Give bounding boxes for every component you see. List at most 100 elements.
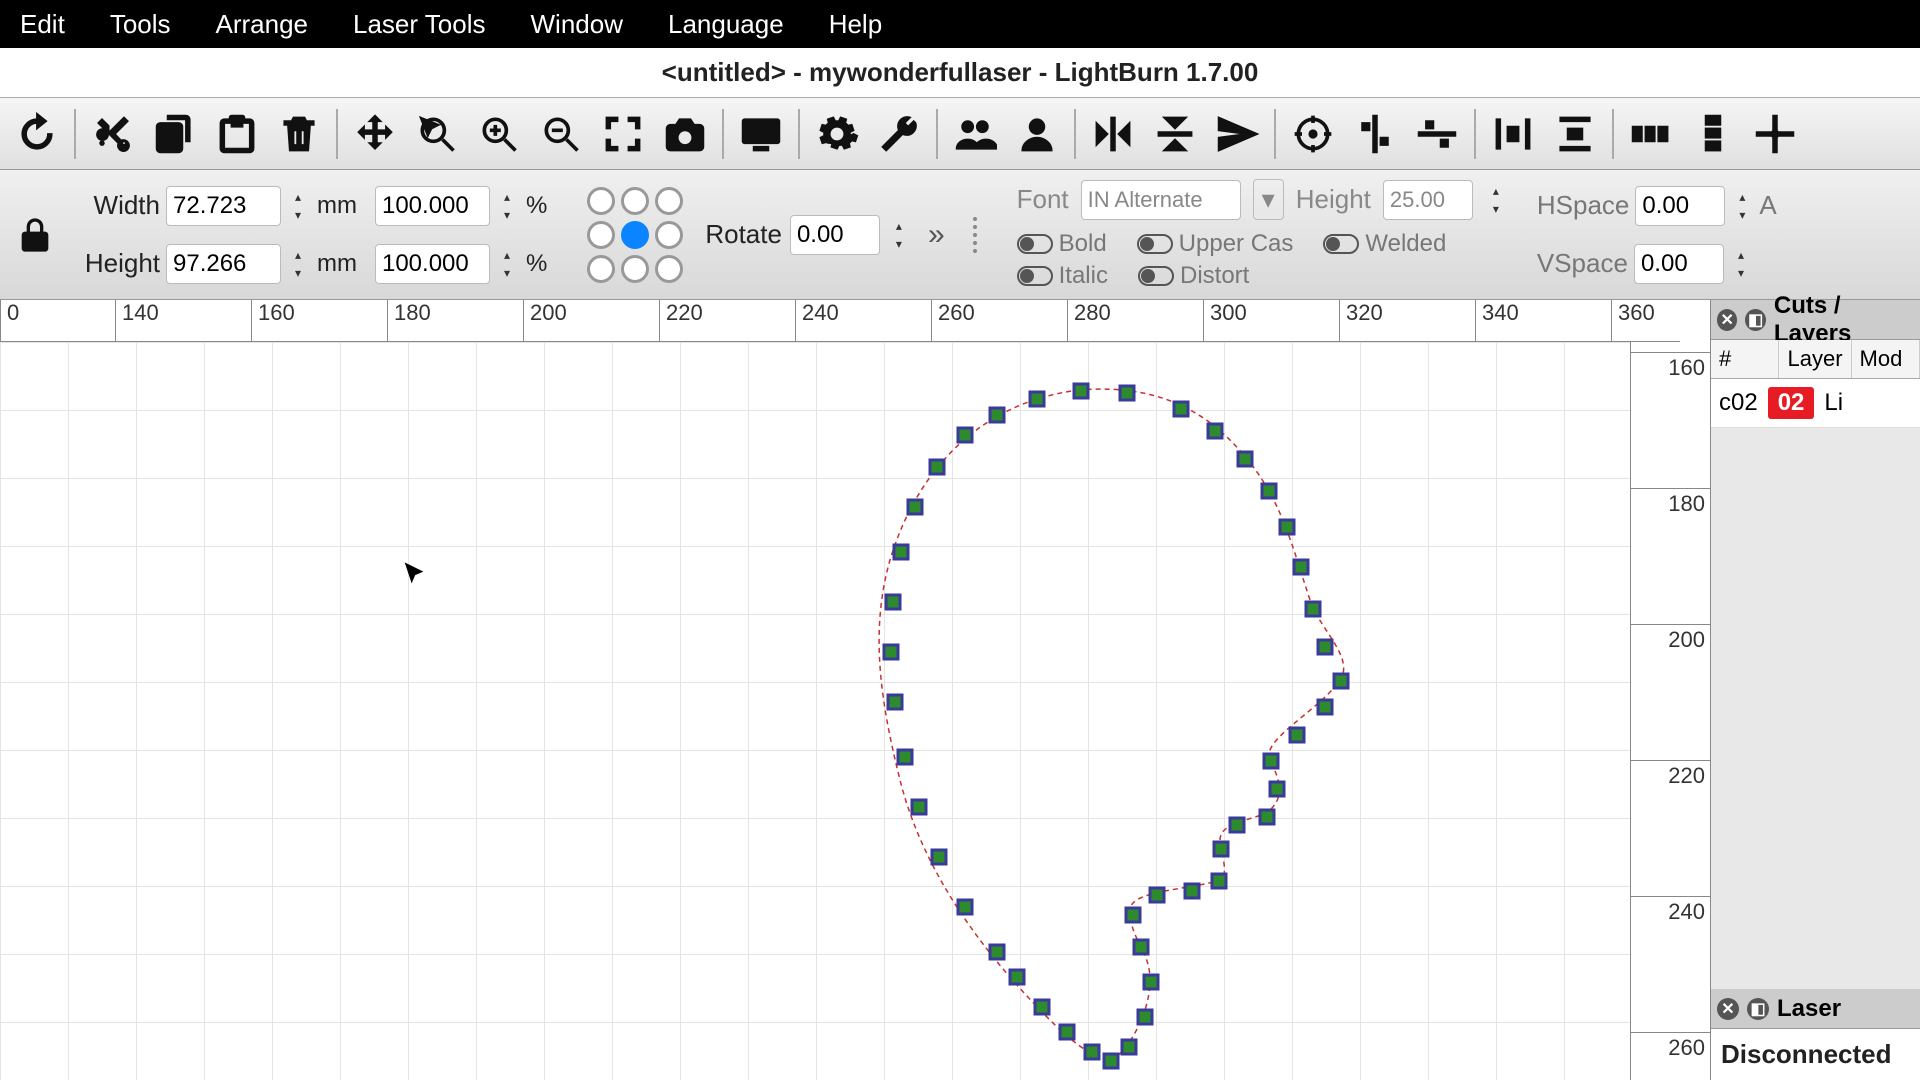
ruler-v-tick: 260 — [1631, 1032, 1710, 1063]
origin-mr[interactable] — [655, 221, 683, 249]
expand-icon[interactable]: » — [928, 218, 945, 252]
font-label: Font — [1017, 184, 1069, 215]
selected-path-head-profile[interactable] — [850, 380, 1370, 1080]
height-percent-input[interactable] — [375, 244, 490, 284]
ruler-h-tick: 280 — [1067, 300, 1111, 342]
copy-icon[interactable] — [146, 105, 204, 163]
send-icon[interactable] — [1208, 105, 1266, 163]
width-unit: mm — [317, 192, 357, 220]
popout-icon[interactable]: ◧ — [1745, 309, 1765, 331]
monitor-icon[interactable] — [732, 105, 790, 163]
rotate-spinner[interactable]: ▴▾ — [888, 217, 910, 253]
camera-icon[interactable] — [656, 105, 714, 163]
origin-tl[interactable] — [587, 187, 615, 215]
properties-bar: Width ▴▾ mm Height ▴▾ mm ▴▾ % ▴▾ % — [0, 170, 1920, 300]
origin-tr[interactable] — [655, 187, 683, 215]
distribute-horizontal-icon[interactable] — [1484, 105, 1542, 163]
font-dropdown-icon[interactable]: ▾ — [1253, 179, 1284, 220]
zoom-out-icon[interactable] — [532, 105, 590, 163]
origin-selector[interactable] — [587, 187, 683, 283]
menu-arrange[interactable]: Arrange — [216, 9, 309, 40]
ruler-h-tick: 260 — [931, 300, 975, 342]
col-mode[interactable]: Mod — [1852, 340, 1920, 378]
height-percent-spinner[interactable]: ▴▾ — [496, 246, 518, 282]
layer-color-swatch[interactable]: 02 — [1768, 387, 1815, 419]
menu-laser-tools[interactable]: Laser Tools — [353, 9, 486, 40]
ruler-h-tick: 140 — [115, 300, 159, 342]
trash-icon[interactable] — [270, 105, 328, 163]
percent-symbol: % — [526, 192, 547, 220]
redo-icon[interactable] — [8, 105, 66, 163]
lock-aspect-button[interactable] — [10, 205, 60, 265]
flip-horizontal-icon[interactable] — [1084, 105, 1142, 163]
col-layer[interactable]: Layer — [1779, 340, 1851, 378]
distribute-vertical-icon[interactable] — [1546, 105, 1604, 163]
origin-ml[interactable] — [587, 221, 615, 249]
align-vertical-icon[interactable] — [1346, 105, 1404, 163]
flip-vertical-icon[interactable] — [1146, 105, 1204, 163]
origin-br[interactable] — [655, 255, 683, 283]
origin-bl[interactable] — [587, 255, 615, 283]
close-icon[interactable]: ✕ — [1717, 309, 1737, 331]
vspace-input[interactable] — [1634, 244, 1724, 284]
array-horizontal-icon[interactable] — [1622, 105, 1680, 163]
uppercase-toggle[interactable]: Upper Cas — [1137, 230, 1294, 258]
ruler-v-tick: 220 — [1631, 760, 1710, 791]
close-icon[interactable]: ✕ — [1717, 998, 1739, 1020]
width-input[interactable] — [166, 186, 281, 226]
font-height-input[interactable] — [1383, 180, 1473, 220]
hspace-input[interactable] — [1635, 186, 1725, 226]
cut-icon[interactable] — [84, 105, 142, 163]
wrench-icon[interactable] — [870, 105, 928, 163]
paste-icon[interactable] — [208, 105, 266, 163]
vspace-spinner[interactable]: ▴▾ — [1730, 246, 1752, 282]
ruler-horizontal: 0 140 160 180 200 220 240 260 280 300 32… — [0, 300, 1680, 342]
array-vertical-icon[interactable] — [1684, 105, 1742, 163]
font-height-label: Height — [1296, 184, 1371, 215]
cuts-layers-panel-header[interactable]: ✕ ◧ Cuts / Layers — [1711, 300, 1920, 340]
bold-toggle[interactable]: Bold — [1017, 230, 1107, 258]
menu-edit[interactable]: Edit — [20, 9, 65, 40]
popout-icon[interactable]: ◧ — [1747, 998, 1769, 1020]
origin-bc[interactable] — [621, 255, 649, 283]
font-height-spinner[interactable]: ▴▾ — [1485, 182, 1507, 218]
menu-help[interactable]: Help — [829, 9, 882, 40]
menu-tools[interactable]: Tools — [110, 9, 171, 40]
center-icon[interactable] — [1746, 105, 1804, 163]
font-select[interactable] — [1081, 180, 1241, 220]
workspace: 0 140 160 180 200 220 240 260 280 300 32… — [0, 300, 1920, 1080]
zoom-select-icon[interactable] — [408, 105, 466, 163]
layer-row-c02[interactable]: c02 02 Li — [1711, 379, 1920, 428]
menu-language[interactable]: Language — [668, 9, 784, 40]
origin-center[interactable] — [621, 221, 649, 249]
welded-toggle[interactable]: Welded — [1323, 230, 1446, 258]
move-icon[interactable] — [346, 105, 404, 163]
target-icon[interactable] — [1284, 105, 1342, 163]
zoom-frame-icon[interactable] — [594, 105, 652, 163]
menu-window[interactable]: Window — [531, 9, 623, 40]
group-people-icon[interactable] — [946, 105, 1004, 163]
distort-toggle[interactable]: Distort — [1138, 262, 1249, 290]
gear-icon[interactable] — [808, 105, 866, 163]
zoom-in-icon[interactable] — [470, 105, 528, 163]
width-percent-input[interactable] — [375, 186, 490, 226]
laser-panel-header[interactable]: ✕ ◧ Laser — [1711, 989, 1920, 1029]
canvas[interactable]: 0 140 160 180 200 220 240 260 280 300 32… — [0, 300, 1710, 1080]
origin-tc[interactable] — [621, 187, 649, 215]
hspace-spinner[interactable]: ▴▾ — [1731, 188, 1753, 224]
width-percent-spinner[interactable]: ▴▾ — [496, 188, 518, 224]
side-panel: ✕ ◧ Cuts / Layers # Layer Mod c02 02 Li … — [1710, 300, 1920, 1080]
width-spinner[interactable]: ▴▾ — [287, 188, 309, 224]
ruler-vertical: 160 180 200 220 240 260 — [1630, 342, 1710, 1080]
laser-status: Disconnected — [1711, 1029, 1920, 1080]
percent-symbol-2: % — [526, 250, 547, 278]
align-horizontal-icon[interactable] — [1408, 105, 1466, 163]
italic-toggle[interactable]: Italic — [1017, 262, 1108, 290]
col-number[interactable]: # — [1711, 340, 1779, 378]
rotate-label: Rotate — [705, 219, 782, 250]
height-input[interactable] — [166, 244, 281, 284]
align-label: A — [1759, 190, 1776, 221]
height-spinner[interactable]: ▴▾ — [287, 246, 309, 282]
person-icon[interactable] — [1008, 105, 1066, 163]
rotate-input[interactable] — [790, 215, 880, 255]
